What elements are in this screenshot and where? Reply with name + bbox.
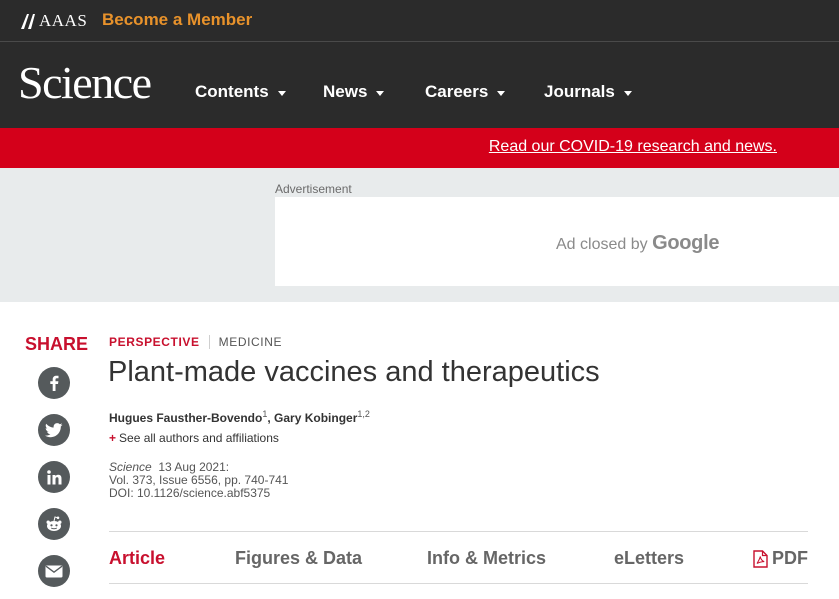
tab-info-metrics[interactable]: Info & Metrics bbox=[427, 548, 546, 569]
top-bar: AAAS Become a Member bbox=[0, 0, 839, 42]
nav-item-careers[interactable]: Careers bbox=[425, 82, 506, 102]
publication-date: 13 Aug 2021: bbox=[158, 460, 230, 474]
author-name[interactable]: Gary Kobinger bbox=[274, 411, 357, 425]
covid-banner: Read our COVID-19 research and news. bbox=[0, 128, 839, 168]
aaas-logo-icon bbox=[20, 12, 37, 30]
share-label: SHARE bbox=[25, 334, 89, 354]
chevron-down-icon bbox=[277, 90, 286, 96]
chevron-down-icon bbox=[497, 90, 506, 96]
pdf-icon bbox=[753, 549, 768, 568]
tab-eletters[interactable]: eLetters bbox=[614, 548, 684, 569]
chevron-down-icon bbox=[623, 90, 632, 96]
ad-closed-text: Ad closed by bbox=[556, 236, 648, 253]
tab-pdf-label: PDF bbox=[772, 548, 808, 568]
article-category[interactable]: PERSPECTIVE bbox=[109, 335, 200, 349]
email-share-button[interactable] bbox=[38, 555, 70, 587]
tab-figures-data[interactable]: Figures & Data bbox=[235, 548, 362, 569]
reddit-share-button[interactable] bbox=[38, 508, 70, 540]
aaas-logo-text: AAAS bbox=[39, 11, 88, 30]
citation-doi: DOI: 10.1126/science.abf5375 bbox=[109, 486, 271, 500]
nav-item-label: Journals bbox=[544, 82, 615, 101]
twitter-icon bbox=[45, 422, 63, 437]
google-logo: Google bbox=[652, 232, 720, 254]
linkedin-icon bbox=[46, 469, 61, 484]
facebook-icon bbox=[50, 375, 59, 391]
nav-item-label: Careers bbox=[425, 82, 489, 101]
author-list: Hugues Fausther-Bovendo1, Gary Kobinger1… bbox=[109, 409, 370, 425]
main-nav: Science Contents News Careers Journals bbox=[0, 42, 839, 128]
article-subject[interactable]: MEDICINE bbox=[219, 335, 282, 349]
aaas-logo[interactable]: AAAS bbox=[20, 11, 87, 31]
nav-item-label: News bbox=[323, 82, 368, 101]
article-title: Plant-made vaccines and therapeutics bbox=[108, 356, 600, 388]
ad-box: Ad closed by Google bbox=[275, 197, 839, 286]
plus-icon: + bbox=[109, 431, 117, 445]
email-icon bbox=[45, 565, 63, 577]
tab-article[interactable]: Article bbox=[109, 548, 165, 569]
tab-pdf[interactable]: PDF bbox=[753, 548, 808, 569]
article-tabs: Article Figures & Data Info & Metrics eL… bbox=[109, 531, 808, 584]
facebook-share-button[interactable] bbox=[38, 367, 70, 399]
nav-item-news[interactable]: News bbox=[323, 82, 385, 102]
article-kicker: PERSPECTIVE MEDICINE bbox=[109, 335, 282, 349]
author-name[interactable]: Hugues Fausther-Bovendo bbox=[109, 411, 262, 425]
citation-block: Science 13 Aug 2021: Vol. 373, Issue 655… bbox=[109, 461, 288, 500]
linkedin-share-button[interactable] bbox=[38, 461, 70, 493]
journal-name: Science bbox=[109, 460, 152, 474]
become-member-link[interactable]: Become a Member bbox=[102, 10, 252, 30]
covid-research-link[interactable]: Read our COVID-19 research and news. bbox=[489, 138, 777, 156]
see-all-authors-toggle[interactable]: + See all authors and affiliations bbox=[109, 431, 279, 445]
science-wordmark[interactable]: Science bbox=[18, 56, 152, 109]
ad-area: Advertisement Ad closed by Google bbox=[0, 168, 839, 302]
nav-item-journals[interactable]: Journals bbox=[544, 82, 632, 102]
nav-item-contents[interactable]: Contents bbox=[195, 82, 286, 102]
ad-closed-message: Ad closed by Google bbox=[556, 232, 719, 255]
advertisement-label: Advertisement bbox=[275, 182, 352, 196]
author-affiliation: 1,2 bbox=[357, 409, 370, 419]
twitter-share-button[interactable] bbox=[38, 414, 70, 446]
chevron-down-icon bbox=[376, 90, 385, 96]
reddit-icon bbox=[46, 516, 62, 531]
kicker-divider bbox=[208, 335, 210, 349]
nav-item-label: Contents bbox=[195, 82, 269, 101]
see-all-authors-label: See all authors and affiliations bbox=[119, 431, 279, 445]
